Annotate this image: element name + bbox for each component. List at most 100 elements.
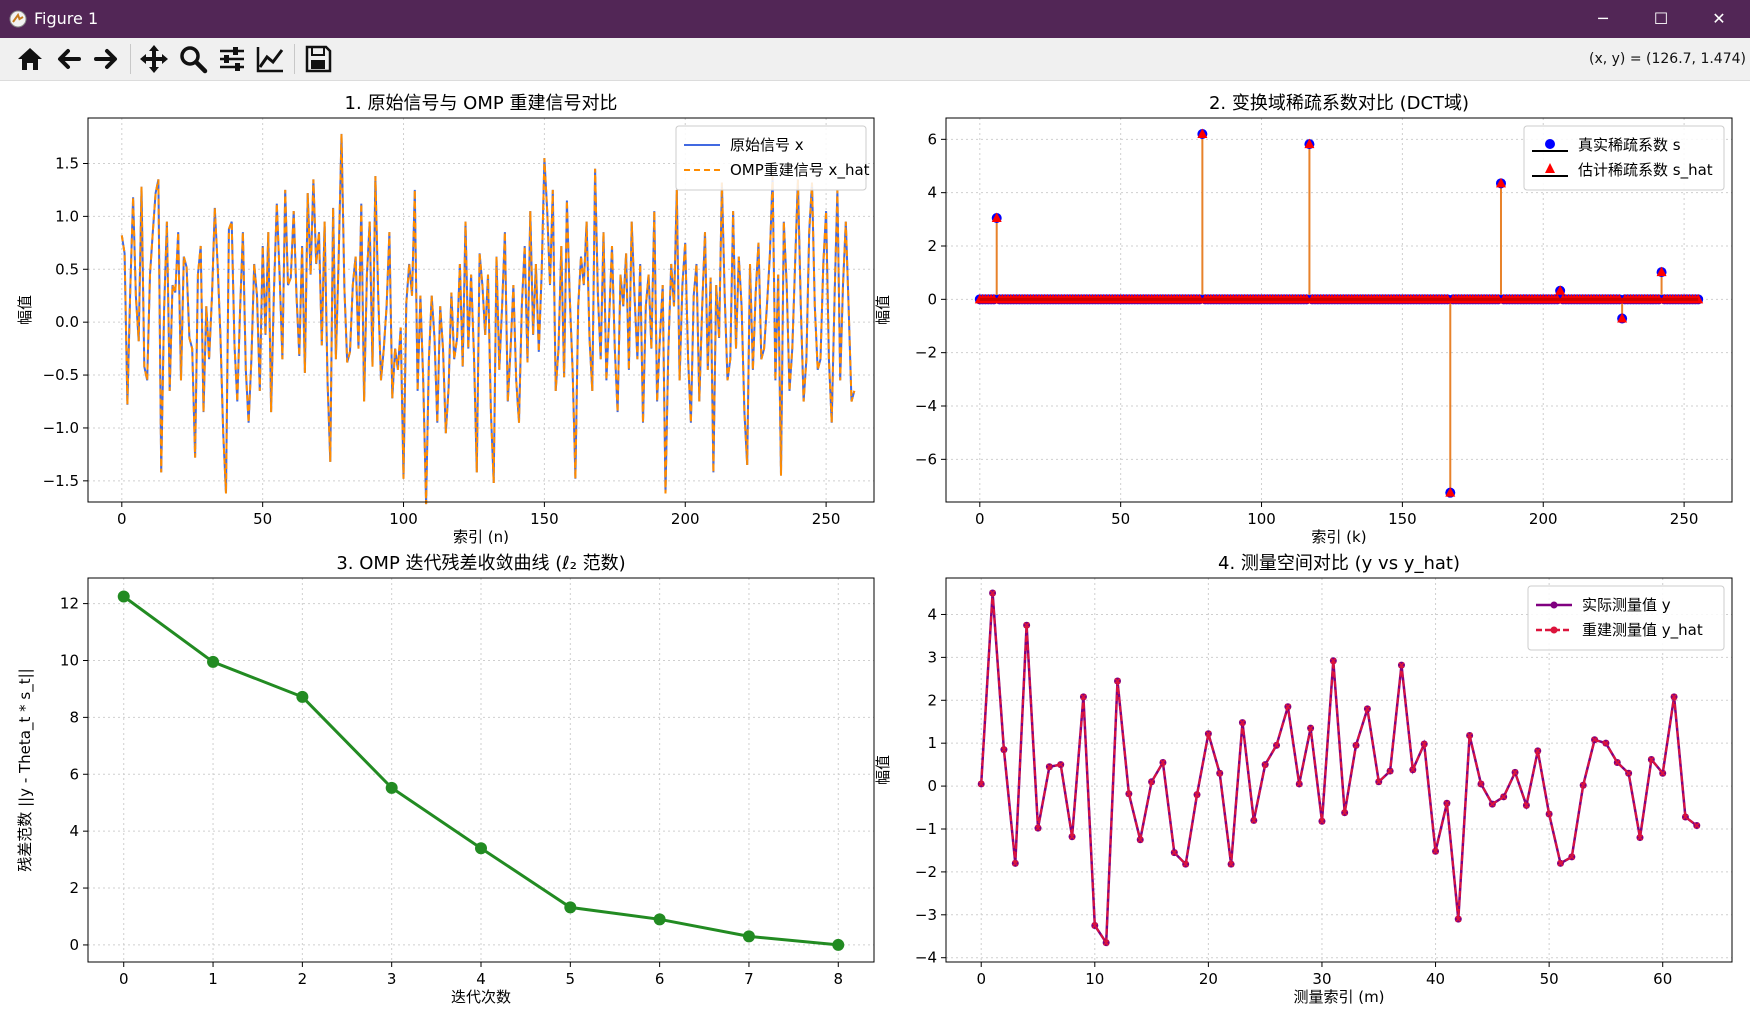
back-arrow-icon[interactable] (53, 43, 85, 75)
toolbar: (x, y) = (126.7, 1.474) (0, 38, 1750, 81)
x-tick-label: 150 (1388, 510, 1417, 528)
legend-marker (1550, 626, 1558, 634)
legend-label: 实际测量值 y (1582, 596, 1671, 614)
legend-label: 真实稀疏系数 s (1578, 136, 1681, 154)
y-tick-label: 1.0 (55, 207, 79, 225)
x-tick-label: 3 (387, 970, 397, 988)
edit-axis-icon[interactable] (254, 43, 286, 75)
figure-canvas[interactable]: 0 50 100 150 200 250−1.5−1.0−0.50.00.51.01.51… (0, 81, 1750, 1016)
x-tick-label: 200 (671, 510, 700, 528)
x-axis-label: 测量索引 (m) (1293, 988, 1384, 1006)
y-tick-label: 0.5 (55, 260, 79, 278)
x-tick-label: 50 (253, 510, 272, 528)
x-tick-label: 1 (208, 970, 218, 988)
minimize-button[interactable]: ─ (1574, 0, 1632, 38)
forward-arrow-icon[interactable] (90, 43, 122, 75)
legend-marker (1545, 139, 1555, 149)
residual-point (475, 842, 487, 855)
y-tick-label: 10 (60, 651, 79, 669)
y-tick-label: −2 (915, 344, 937, 362)
title-bar: Figure 1 ─ ☐ ✕ (0, 0, 1750, 38)
pan-icon[interactable] (138, 43, 170, 75)
legend-label: 估计稀疏系数 s_hat (1578, 161, 1713, 180)
x-tick-label: 0 (119, 970, 129, 988)
x-tick-label: 10 (1085, 970, 1104, 988)
y-tick-label: −4 (915, 397, 937, 415)
residual-point (564, 901, 577, 914)
y-tick-label: −3 (915, 906, 937, 924)
zoom-icon[interactable] (177, 43, 209, 75)
x-axis-label: 索引 (k) (1311, 528, 1366, 546)
toolbar-separator (294, 44, 295, 74)
coordinates-readout: (x, y) = (126.7, 1.474) (1588, 51, 1746, 67)
legend-label: 原始信号 x (730, 136, 804, 154)
y-tick-label: 2 (927, 237, 937, 255)
residual-point (832, 938, 845, 951)
residual-point (385, 781, 398, 794)
y-tick-label: 1.5 (55, 154, 79, 172)
subplot: 0 50 100 150 200 250 −6 −4 −2 0 2 4 6 2. 变换域稀疏系数对比 (D… (874, 93, 1733, 546)
x-tick-label: 0 (976, 970, 986, 988)
x-tick-label: 8 (833, 970, 843, 988)
y-tick-label: 3 (927, 648, 937, 666)
x-tick-label: 50 (1540, 970, 1559, 988)
x-tick-label: 40 (1426, 970, 1445, 988)
subplot: 0 1 2 3 4 5 6 7 80246810123. OMP 迭代残差收敛曲线 (ℓ₂ 范数… (16, 553, 875, 1006)
y-tick-label: 1 (927, 734, 937, 752)
y-tick-label: 4 (69, 822, 79, 840)
y-tick-label: 4 (927, 184, 937, 202)
legend-label: OMP重建信号 x_hat (730, 161, 870, 180)
subplot-title: 1. 原始信号与 OMP 重建信号对比 (345, 93, 618, 114)
y-tick-label: 0 (927, 290, 937, 308)
x-tick-label: 60 (1653, 970, 1672, 988)
residual-point (653, 913, 666, 926)
y-tick-label: 0 (69, 936, 79, 954)
subplot-title: 3. OMP 迭代残差收敛曲线 (ℓ₂ 范数) (336, 553, 625, 574)
y-tick-label: −2 (915, 863, 937, 881)
x-tick-label: 5 (566, 970, 576, 988)
y-tick-label: 6 (927, 130, 937, 148)
x-tick-label: 20 (1199, 970, 1218, 988)
x-tick-label: 250 (1670, 510, 1699, 528)
legend-marker (1550, 601, 1558, 609)
subplot: 0 50 100 150 200 250 −1.5 −1.0 −0.5 0.0 0.5 1.0 1.5 1… (16, 93, 875, 546)
y-axis-label: 幅值 (16, 295, 34, 325)
y-tick-label: 0 (927, 777, 937, 795)
close-button[interactable]: ✕ (1690, 0, 1748, 38)
x-tick-label: 7 (744, 970, 754, 988)
y-axis-label: 幅值 (874, 755, 892, 785)
subplot: 0 10 20 30 40 50 60 −4 −3 −2 −1 0 1 2 3 4 4. 测量空间对比 (y v… (874, 553, 1733, 1006)
residual-point (117, 590, 130, 603)
x-tick-label: 2 (298, 970, 308, 988)
y-tick-label: −1 (915, 820, 937, 838)
save-icon[interactable] (302, 43, 334, 75)
toolbar-separator (130, 44, 131, 74)
x-tick-label: 4 (476, 970, 486, 988)
configure-subplots-icon[interactable] (216, 43, 248, 75)
y-tick-label: 2 (69, 879, 79, 897)
y-tick-label: 4 (927, 605, 937, 623)
residual-point (742, 930, 755, 943)
x-tick-label: 50 (1111, 510, 1130, 528)
x-tick-label: 250 (812, 510, 841, 528)
x-tick-label: 30 (1312, 970, 1331, 988)
x-axis-label: 索引 (n) (453, 528, 509, 546)
y-tick-label: 0.0 (55, 313, 79, 331)
y-tick-label: −1.0 (43, 419, 79, 437)
x-tick-label: 100 (1247, 510, 1276, 528)
x-tick-label: 100 (389, 510, 418, 528)
home-icon[interactable] (14, 43, 46, 75)
maximize-button[interactable]: ☐ (1632, 0, 1690, 38)
y-tick-label: −6 (915, 450, 937, 468)
y-tick-label: −0.5 (43, 366, 79, 384)
x-tick-label: 200 (1529, 510, 1558, 528)
subplot-title: 2. 变换域稀疏系数对比 (DCT域) (1209, 93, 1469, 114)
x-tick-label: 0 (117, 510, 127, 528)
x-tick-label: 0 (975, 510, 985, 528)
y-tick-label: 8 (69, 708, 79, 726)
residual-point (296, 690, 309, 703)
y-tick-label: 12 (60, 595, 79, 613)
y-axis-label: 幅值 (874, 295, 892, 325)
x-tick-label: 6 (655, 970, 665, 988)
y-axis-label: 残差范数 ||y - Theta_t * s_t|| (16, 668, 35, 871)
